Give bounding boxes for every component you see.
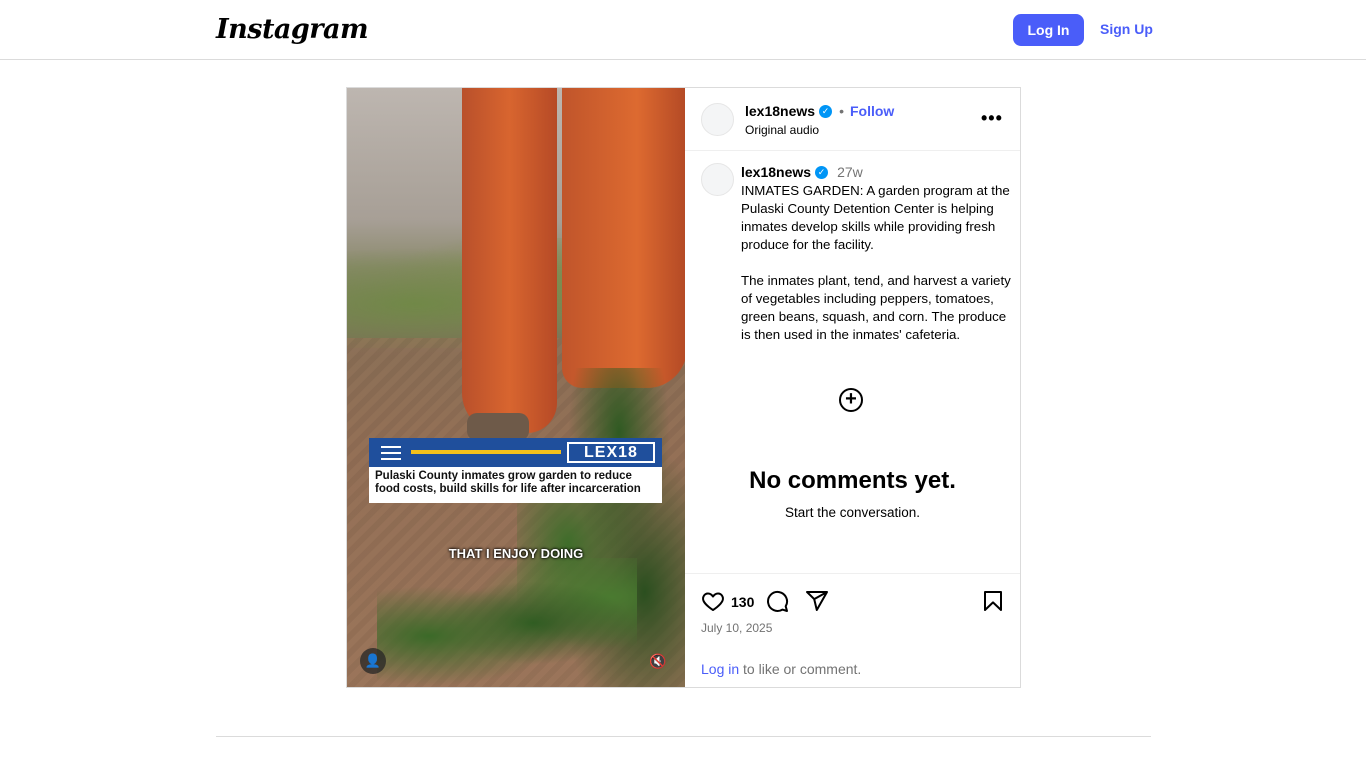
post-age[interactable]: 27w — [837, 164, 863, 180]
comment-icon[interactable] — [765, 589, 789, 613]
caption-author-line: lex18news ✓ 27w — [741, 164, 863, 180]
comments-section: lex18news ✓ 27w INMATES GARDEN: A garden… — [685, 152, 1020, 573]
login-prompt: Log in to like or comment. — [701, 661, 861, 677]
post-author-line: lex18news ✓ • Follow — [745, 103, 894, 119]
instagram-logo[interactable]: Instagram — [216, 14, 369, 45]
login-button[interactable]: Log In — [1013, 14, 1084, 46]
verified-icon: ✓ — [815, 165, 829, 179]
login-link[interactable]: Log in — [701, 661, 739, 677]
separator-dot: • — [839, 103, 844, 119]
post-author-username[interactable]: lex18news — [745, 103, 815, 119]
video-subtitle: THAT I ENJOY DOING — [448, 546, 584, 561]
post-actions: 130 July 10, 2025 Log in to like or comm… — [685, 573, 1020, 687]
verified-icon: ✓ — [819, 104, 833, 118]
caption-avatar[interactable] — [701, 163, 734, 196]
lower-third-menu-icon — [381, 446, 401, 460]
caption-paragraph: INMATES GARDEN: A garden program at the … — [741, 183, 1010, 252]
post-details-pane: lex18news ✓ • Follow Original audio ••• … — [685, 88, 1020, 687]
caption-text: INMATES GARDEN: A garden program at the … — [741, 182, 1011, 344]
no-comments-subtitle: Start the conversation. — [784, 505, 921, 520]
heart-icon[interactable] — [701, 589, 725, 613]
post-date[interactable]: July 10, 2025 — [701, 621, 772, 635]
footer-divider — [216, 736, 1151, 737]
lower-third-accent-bar — [411, 450, 561, 454]
caption-paragraph: The inmates plant, tend, and harvest a v… — [741, 273, 1011, 342]
no-comments-title: No comments yet. — [749, 467, 956, 494]
caption-username[interactable]: lex18news — [741, 164, 811, 180]
top-navigation-bar: Instagram Log In Sign Up — [0, 0, 1366, 60]
login-prompt-text: to like or comment. — [739, 661, 862, 677]
lower-third-banner: LEX18 — [369, 438, 662, 467]
reel-video[interactable]: LEX18 Pulaski County inmates grow garden… — [347, 88, 685, 687]
bookmark-icon[interactable] — [981, 589, 1005, 613]
follow-button[interactable]: Follow — [850, 103, 894, 119]
video-figure-right-leg — [562, 88, 685, 388]
more-options-icon[interactable]: ••• — [981, 108, 1003, 129]
signup-link[interactable]: Sign Up — [1100, 21, 1153, 37]
like-count[interactable]: 130 — [731, 594, 754, 610]
post-card: LEX18 Pulaski County inmates grow garden… — [346, 87, 1021, 688]
lex18-logo: LEX18 — [567, 442, 655, 463]
post-header: lex18news ✓ • Follow Original audio ••• — [685, 88, 1020, 151]
mute-icon[interactable]: 🔇 — [645, 648, 671, 674]
add-circle-icon[interactable]: + — [839, 388, 863, 412]
news-lower-third: LEX18 Pulaski County inmates grow garden… — [369, 438, 662, 503]
share-icon[interactable] — [805, 589, 829, 613]
avatar[interactable] — [701, 103, 734, 136]
lower-third-headline: Pulaski County inmates grow garden to re… — [369, 467, 662, 503]
tagged-user-icon[interactable]: 👤 — [360, 648, 386, 674]
video-plant-leaves-lower — [377, 558, 637, 687]
original-audio-link[interactable]: Original audio — [745, 123, 819, 137]
